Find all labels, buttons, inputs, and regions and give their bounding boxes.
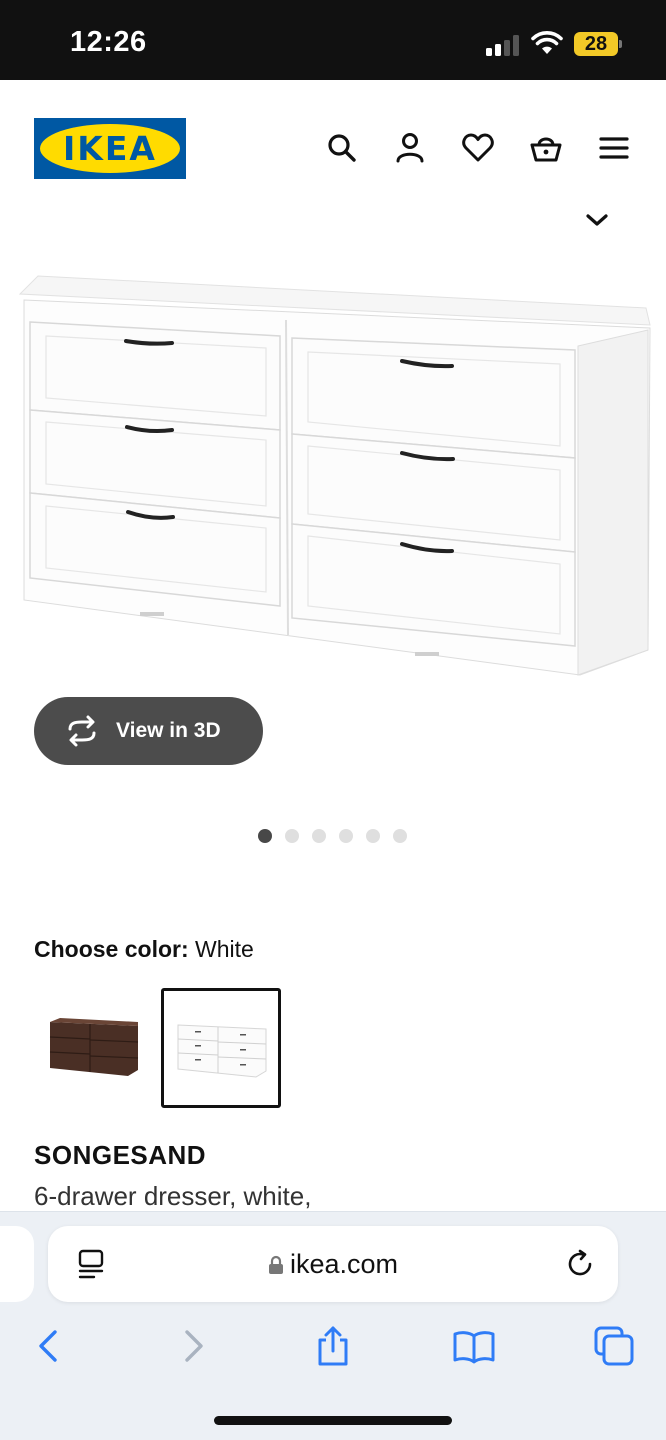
heart-icon[interactable] [458,128,498,168]
home-indicator[interactable] [214,1416,452,1425]
basket-icon[interactable] [526,128,566,168]
reload-icon[interactable] [564,1248,596,1280]
status-bar: 12:26 28 [0,0,666,80]
address-bar[interactable]: ikea.com [48,1226,618,1302]
chevron-down-icon[interactable] [582,206,612,232]
rotate-3d-icon [68,715,96,747]
status-time: 12:26 [70,26,147,58]
carousel-dot[interactable] [285,829,299,843]
carousel-dot[interactable] [366,829,380,843]
color-chooser-label: Choose color: White [34,936,254,963]
forward-icon[interactable] [171,1324,215,1368]
back-icon[interactable] [27,1324,71,1368]
search-icon[interactable] [322,128,362,168]
menu-icon[interactable] [594,128,634,168]
product-image[interactable] [0,250,666,690]
url-display[interactable]: ikea.com [48,1226,618,1302]
battery-tip [619,40,622,48]
color-swatch-white[interactable] [161,988,281,1108]
carousel-dots [258,829,407,843]
lock-icon [268,1255,283,1274]
signal-icon [486,34,522,56]
browser-toolbar: ikea.com [0,1211,666,1440]
color-label-prefix: Choose color: [34,936,189,962]
color-swatch-brown[interactable] [34,988,154,1108]
carousel-dot[interactable] [339,829,353,843]
ikea-logo[interactable]: IKEA [34,118,186,179]
white-dresser-thumbnail [177,1024,267,1078]
carousel-dot[interactable] [312,829,326,843]
product-description: 6-drawer dresser, white, [34,1181,312,1211]
bookmarks-icon[interactable] [452,1324,496,1368]
color-selected-value: White [195,936,254,962]
view-in-3d-label: View in 3D [116,719,221,742]
url-text: ikea.com [289,1249,399,1279]
carousel-dot[interactable] [258,829,272,843]
previous-tab-card[interactable] [0,1226,34,1302]
product-name: SONGESAND [34,1140,207,1170]
view-in-3d-button[interactable]: View in 3D [34,697,263,765]
tabs-icon[interactable] [592,1324,636,1368]
logo-text: IKEA [63,129,157,168]
battery-icon: 28 [574,32,618,56]
site-header: IKEA [0,80,666,210]
account-icon[interactable] [390,128,430,168]
wifi-icon [531,31,563,54]
share-icon[interactable] [311,1324,355,1368]
carousel-dot[interactable] [393,829,407,843]
